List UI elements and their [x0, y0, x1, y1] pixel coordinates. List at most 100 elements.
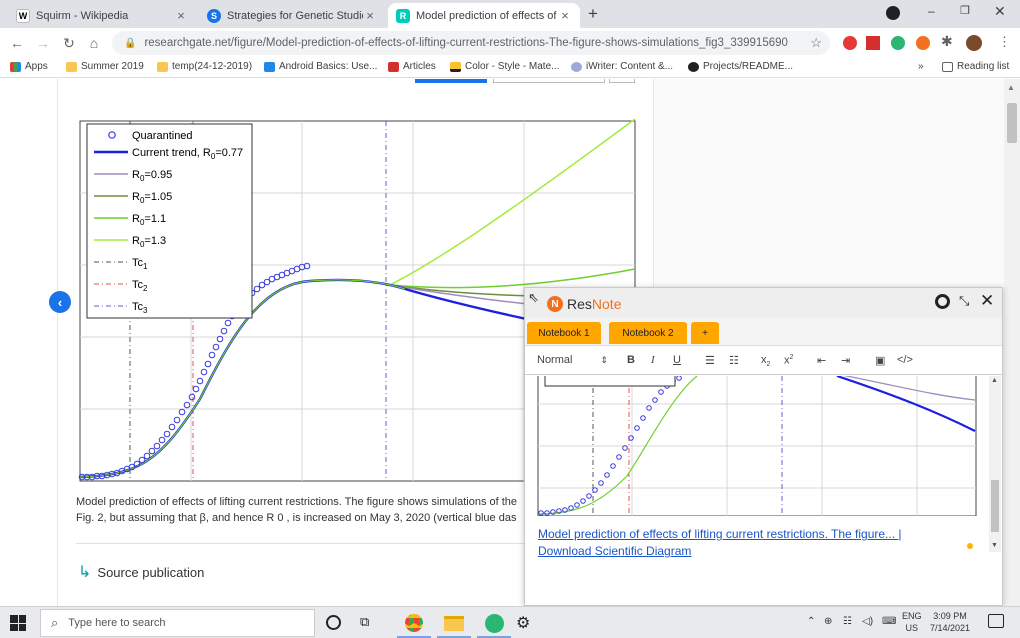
bookmark-apps[interactable]: Apps — [10, 61, 48, 72]
collapse-icon[interactable]: ⤡ — [959, 293, 969, 309]
tab-notebook-2[interactable]: Notebook 2 — [609, 322, 687, 344]
browser-tab-researchgate[interactable]: R Model prediction of effects of lift × — [388, 3, 580, 28]
bookmark-color-style[interactable]: Color - Style - Mate... — [450, 61, 559, 72]
settings-gear-icon[interactable]: ⚙ — [516, 613, 530, 633]
resize-handle-icon[interactable]: ⇖ — [528, 290, 539, 306]
bookmark-summer-2019[interactable]: Summer 2019 — [66, 61, 144, 72]
close-icon[interactable]: × — [558, 8, 572, 23]
windows-start-icon[interactable] — [10, 615, 26, 631]
taskbar-file-explorer[interactable] — [437, 610, 471, 638]
grammarly-icon[interactable] — [891, 36, 905, 50]
scroll-down-icon[interactable]: ▼ — [991, 542, 998, 549]
address-bar[interactable]: 🔒 researchgate.net/figure/Model-predicti… — [112, 31, 830, 55]
profile-record-icon[interactable] — [886, 6, 900, 20]
tray-network-icon[interactable]: ⊕ — [824, 616, 832, 627]
lock-icon: 🔒 — [124, 37, 137, 49]
bookmark-android-basics[interactable]: Android Basics: Use... — [264, 61, 377, 72]
download-button-edge[interactable] — [415, 79, 487, 83]
italic-button[interactable]: I — [651, 354, 655, 366]
taskbar-chrome[interactable] — [397, 610, 431, 638]
cortana-icon[interactable] — [326, 615, 341, 630]
image-icon[interactable]: ▣ — [875, 354, 885, 367]
browser-tab-strategies[interactable]: S Strategies for Genetic Studies of × — [199, 3, 385, 28]
tray-wifi-icon[interactable]: ☷ — [843, 616, 852, 627]
bookmark-temp[interactable]: temp(24-12-2019) — [157, 61, 252, 72]
bookmark-projects[interactable]: Projects/README... — [688, 61, 793, 72]
extension-icon[interactable] — [843, 36, 857, 50]
language-indicator[interactable]: ENG US — [902, 610, 922, 634]
iwriter-icon — [571, 61, 582, 72]
reload-icon[interactable]: ↻ — [60, 34, 78, 52]
chrome-icon — [405, 614, 423, 632]
ordered-list-icon[interactable]: ☰ — [705, 354, 715, 367]
bullet-list-icon[interactable]: ☷ — [729, 354, 739, 367]
tab-strip: W Squirm - Wikipedia × S Strategies for … — [0, 0, 1020, 28]
scroll-up-icon[interactable]: ▲ — [1007, 83, 1015, 92]
status-dot — [967, 543, 973, 549]
underline-button[interactable]: U — [673, 354, 681, 366]
tray-keyboard-icon[interactable]: ⌨ — [882, 616, 896, 627]
url-text: researchgate.net/figure/Model-prediction… — [144, 37, 788, 49]
bookmark-iwriter[interactable]: iWriter: Content &... — [571, 61, 673, 72]
taskbar-app-green[interactable] — [477, 610, 511, 638]
indent-icon[interactable]: ⇥ — [841, 354, 850, 367]
legend-r105: R0=1.05 — [132, 191, 172, 205]
resnote-extension-icon[interactable] — [916, 36, 930, 50]
format-select[interactable]: Normal ⇕ — [537, 354, 608, 366]
editor-scroll-thumb[interactable] — [991, 480, 999, 532]
bookmarks-bar: Apps Summer 2019 temp(24-12-2019) Androi… — [0, 58, 1020, 78]
page-scrollbar[interactable] — [1004, 79, 1020, 606]
resnote-brand: ResNote — [567, 296, 622, 312]
previous-figure-button[interactable]: ‹ — [49, 291, 71, 313]
new-tab-button[interactable]: + — [588, 4, 598, 24]
reading-list-button[interactable]: Reading list — [942, 61, 1009, 72]
home-icon[interactable]: ⌂ — [85, 34, 103, 52]
superscript-button[interactable]: x2 — [784, 354, 793, 367]
source-publication[interactable]: ↳ Source publication — [78, 562, 204, 582]
app-icon — [484, 614, 504, 633]
clock[interactable]: 3:09 PM 7/14/2021 — [928, 610, 972, 634]
browser-toolbar: ← → ↻ ⌂ 🔒 researchgate.net/figure/Model-… — [0, 28, 1020, 58]
task-view-icon[interactable]: ⧉ — [360, 614, 369, 630]
forward-arrow-icon[interactable]: → — [34, 34, 52, 52]
add-notebook-button[interactable]: + — [691, 322, 719, 344]
back-arrow-icon[interactable]: ← — [8, 34, 26, 52]
note-editor[interactable]: Model prediction of effects of lifting c… — [525, 376, 1002, 605]
taskbar-search-input[interactable]: ⌕ Type here to search — [40, 609, 315, 637]
code-icon[interactable]: </> — [897, 354, 913, 366]
avatar[interactable] — [966, 35, 982, 51]
browser-tab-wikipedia[interactable]: W Squirm - Wikipedia × — [8, 3, 196, 28]
share-button-edge[interactable] — [493, 79, 605, 83]
puzzle-icon[interactable]: ✱ — [941, 33, 953, 50]
windows-taskbar: ⌕ Type here to search ⧉ ⚙ ⌃ ⊕ ☷ ◁) ⌨ ENG… — [0, 606, 1020, 638]
apps-grid-icon — [10, 61, 21, 72]
close-icon[interactable]: × — [363, 8, 377, 23]
notifications-icon[interactable] — [988, 614, 1004, 628]
saved-figure-link[interactable]: Model prediction of effects of lifting c… — [538, 526, 958, 560]
udacity-icon — [264, 61, 275, 72]
close-window-icon[interactable]: ✕ — [994, 3, 1006, 20]
bookmark-articles[interactable]: Articles — [388, 61, 436, 72]
outdent-icon[interactable]: ⇤ — [817, 354, 826, 367]
star-icon[interactable]: ☆ — [810, 35, 822, 51]
editor-scrollbar[interactable]: ▲ ▼ — [989, 376, 1001, 552]
bold-button[interactable]: B — [627, 354, 635, 366]
subscript-button[interactable]: x2 — [761, 354, 770, 368]
tab-notebook-1[interactable]: Notebook 1 — [527, 322, 601, 344]
scroll-up-icon[interactable]: ▲ — [991, 377, 998, 384]
page-icon: S — [207, 8, 221, 23]
material-icon — [450, 61, 461, 72]
extension-icon[interactable] — [866, 36, 880, 50]
restore-icon[interactable]: ❐ — [960, 4, 970, 17]
minimize-icon[interactable]: – — [928, 4, 935, 18]
close-panel-icon[interactable]: ✕ — [980, 291, 994, 311]
more-bookmarks-icon[interactable]: » — [918, 61, 924, 72]
menu-kebab-icon[interactable]: ⋮ — [998, 34, 1011, 50]
more-button-edge[interactable] — [609, 79, 635, 83]
left-margin — [0, 79, 57, 606]
tray-volume-icon[interactable]: ◁) — [862, 616, 873, 627]
close-icon[interactable]: × — [174, 8, 188, 23]
tray-chevron-icon[interactable]: ⌃ — [807, 616, 815, 627]
page-scroll-thumb[interactable] — [1007, 103, 1017, 143]
sync-icon[interactable] — [935, 294, 950, 309]
